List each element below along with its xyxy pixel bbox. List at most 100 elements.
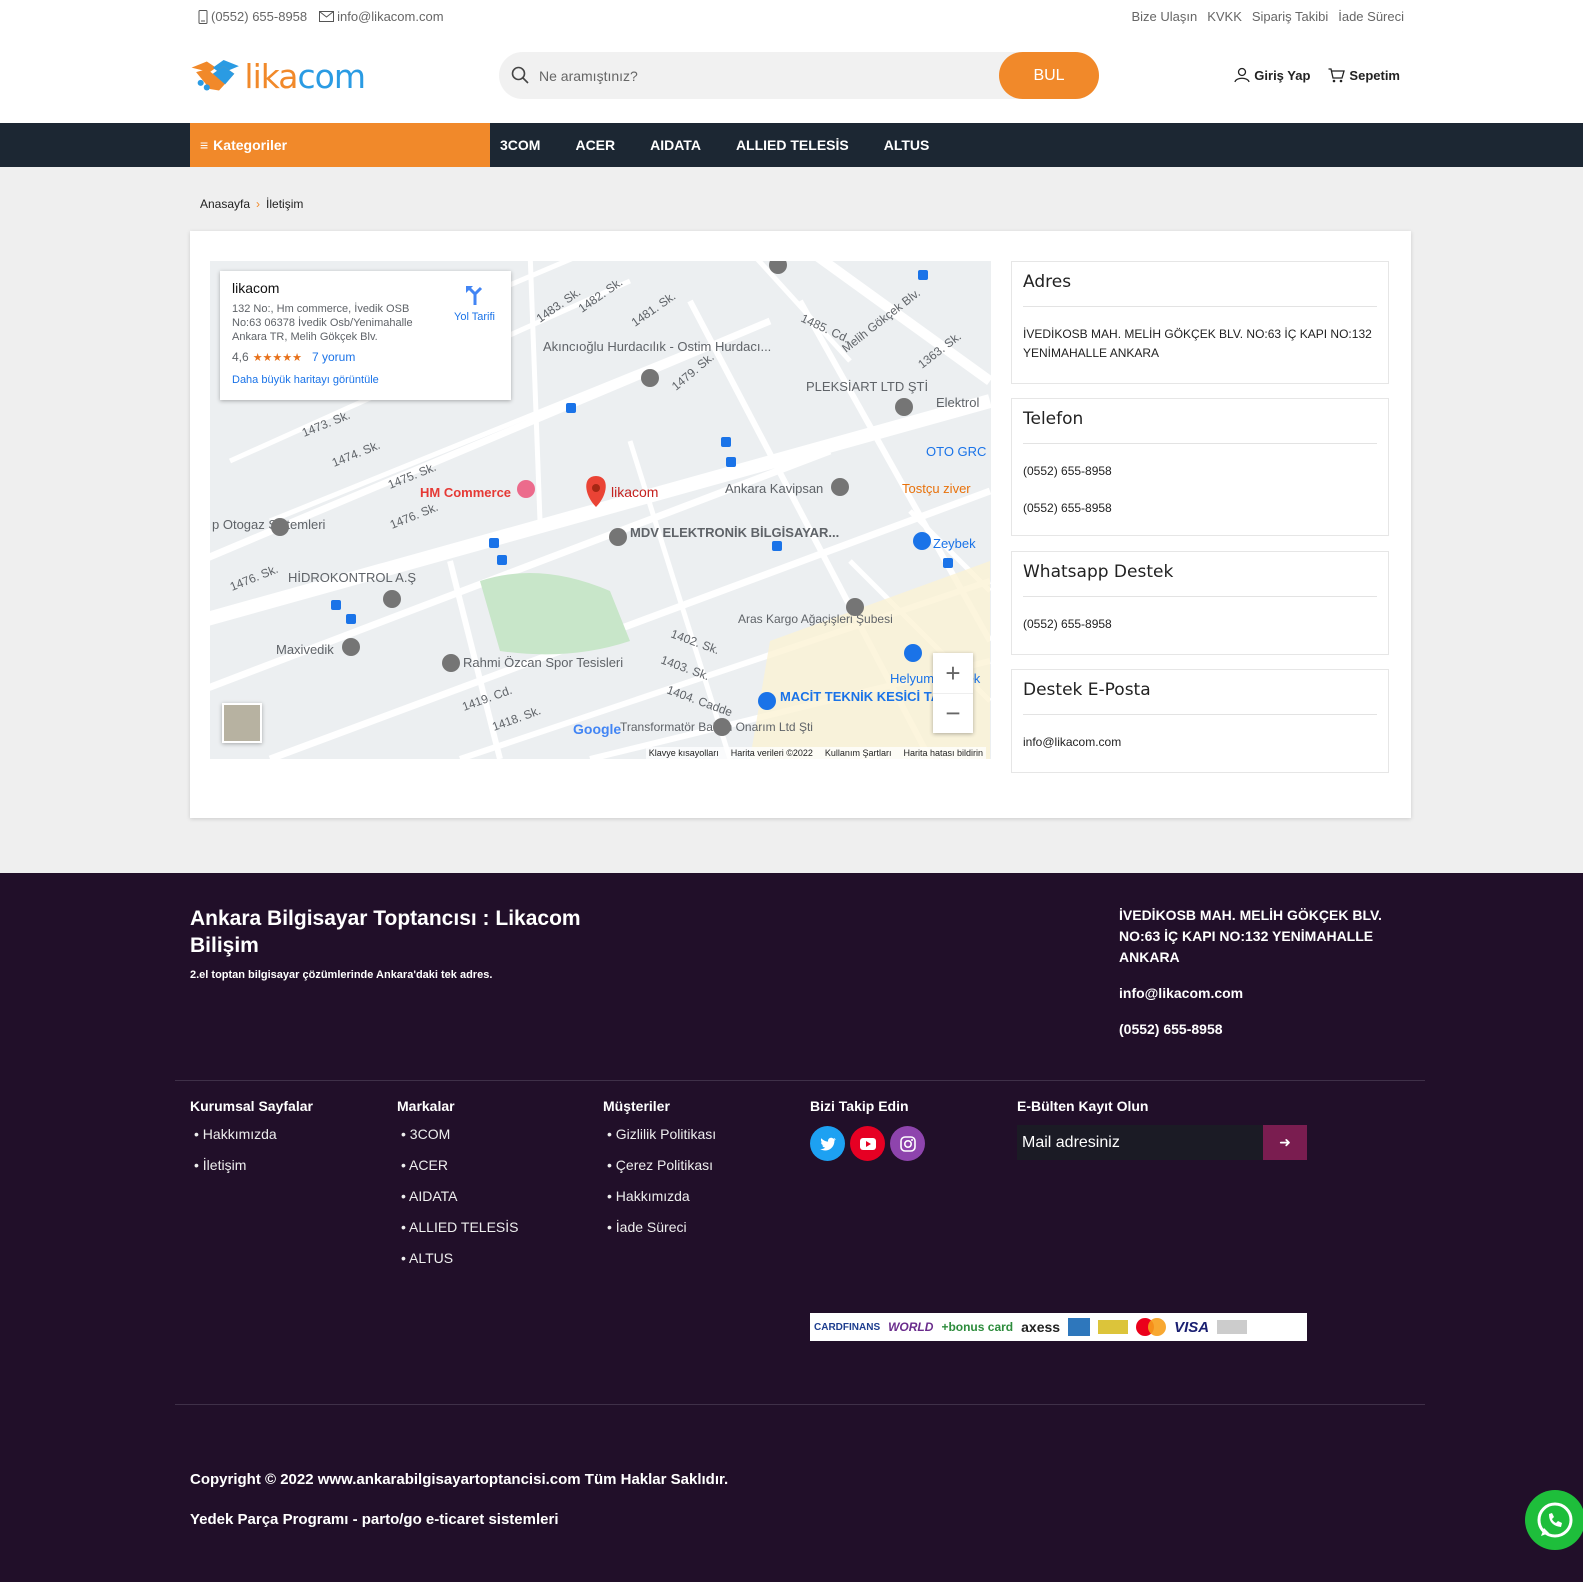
topbar-link-order-tracking[interactable]: Sipariş Takibi — [1252, 9, 1328, 24]
topbar: (0552) 655-8958 info@likacom.com Bize Ul… — [190, 0, 1410, 34]
email-address[interactable]: info@likacom.com — [1023, 733, 1377, 752]
breadcrumb-home[interactable]: Anasayfa — [200, 197, 250, 211]
bigger-map-link[interactable]: Daha büyük haritayı görüntüle — [232, 374, 499, 386]
topbar-link-contact[interactable]: Bize Ulaşın — [1131, 9, 1197, 24]
credit-link[interactable]: Yedek Parça Programı - parto/go e-ticare… — [190, 1511, 558, 1528]
whatsapp-number[interactable]: (0552) 655-8958 — [1023, 615, 1377, 634]
footer-divider — [175, 1404, 1425, 1405]
search-input[interactable] — [539, 52, 979, 99]
map-label: 1476. Sk. — [388, 500, 440, 532]
phone-2[interactable]: (0552) 655-8958 — [1023, 499, 1377, 518]
topbar-link-kvkk[interactable]: KVKK — [1207, 9, 1242, 24]
address-box: Adres İVEDİKOSB MAH. MELİH GÖKÇEK BLV. N… — [1011, 261, 1389, 384]
map-keyboard-shortcuts[interactable]: Klavye kısayolları — [649, 748, 719, 758]
nav-brand-acer[interactable]: ACER — [565, 137, 632, 153]
footer-link[interactable]: • ACER — [397, 1157, 519, 1173]
cart-label: Sepetim — [1349, 67, 1400, 83]
copyright: Copyright © 2022 www.ankarabilgisayartop… — [190, 1471, 729, 1488]
map-report-error[interactable]: Harita hatası bildirin — [903, 748, 983, 758]
arrow-circle-icon: ➜ — [1279, 1134, 1291, 1150]
whatsapp-title: Whatsapp Destek — [1023, 552, 1377, 597]
nav-brand-3com[interactable]: 3COM — [490, 137, 557, 153]
map-label: Ankara Kavipsan — [725, 481, 823, 496]
zoom-out-button[interactable]: − — [933, 693, 973, 733]
topbar-phone[interactable]: (0552) 655-8958 — [198, 9, 307, 24]
footer-link[interactable]: • 3COM — [397, 1126, 519, 1142]
footer-link[interactable]: • ALTUS — [397, 1250, 519, 1266]
logo-text: likacom — [244, 56, 366, 96]
map-zoom-controls: + − — [933, 653, 973, 733]
whatsapp-float-button[interactable] — [1525, 1490, 1583, 1550]
newsletter-email-input[interactable] — [1017, 1125, 1262, 1160]
mail-icon — [319, 11, 335, 22]
map-label: Zeybek — [933, 536, 976, 551]
nav-brand-altus[interactable]: ALTUS — [874, 137, 947, 153]
instagram-icon[interactable] — [890, 1126, 925, 1161]
mastercard-logo — [1136, 1318, 1167, 1336]
main-content: Anasayfa › İletişim Akıncıoğlu Hurdacılı… — [0, 167, 1583, 873]
twitter-icon[interactable] — [810, 1126, 845, 1161]
map-label: Maxivedik — [276, 642, 334, 657]
place-rating: 4,6 — [232, 350, 249, 364]
zoom-in-button[interactable]: + — [933, 653, 973, 693]
footer-link[interactable]: • Hakkımızda — [603, 1188, 716, 1204]
search-button[interactable]: BUL — [999, 52, 1099, 99]
search-icon — [511, 66, 529, 84]
footer-link[interactable]: • ALLIED TELESİS — [397, 1219, 519, 1235]
map-footer: Klavye kısayolları Harita verileri ©2022… — [645, 747, 986, 759]
footer-phone[interactable]: (0552) 655-8958 — [1119, 1019, 1419, 1040]
cart-link[interactable]: Sepetim — [1328, 67, 1400, 83]
footer-link[interactable]: • Gizlilik Politikası — [603, 1126, 716, 1142]
topbar-email[interactable]: info@likacom.com — [319, 9, 444, 24]
nav-brand-allied-telesis[interactable]: ALLIED TELESİS — [726, 137, 866, 153]
google-map[interactable]: Akıncıoğlu Hurdacılık - Ostim Hurdacı...… — [210, 261, 991, 759]
footer-col-social: Bizi Takip Edin — [810, 1098, 925, 1161]
search-bar: BUL — [499, 52, 1099, 99]
footer-link[interactable]: • İletişim — [190, 1157, 313, 1173]
brand-nav: 3COM ACER AIDATA ALLIED TELESİS ALTUS — [490, 123, 954, 167]
world-logo: WORLD — [888, 1320, 934, 1334]
footer-link[interactable]: • AIDATA — [397, 1188, 519, 1204]
satellite-toggle[interactable] — [222, 703, 262, 743]
directions-button[interactable]: Yol Tarifi — [454, 284, 495, 323]
footer-link[interactable]: • İade Süreci — [603, 1219, 716, 1235]
visa-logo: VISA — [1174, 1318, 1210, 1336]
footer-link[interactable]: • Çerez Politikası — [603, 1157, 716, 1173]
youtube-icon[interactable] — [850, 1126, 885, 1161]
handshake-logo-icon — [191, 59, 239, 91]
user-icon — [1234, 67, 1250, 83]
map-data: Harita verileri ©2022 — [730, 748, 813, 758]
payment-logos: CARDFINANS WORLD +bonus card axess VISA — [810, 1313, 1307, 1341]
breadcrumb: Anasayfa › İletişim — [200, 197, 303, 211]
footer-divider — [175, 1080, 1425, 1081]
map-terms[interactable]: Kullanım Şartları — [825, 748, 892, 758]
footer-col-newsletter: E-Bülten Kayıt Olun — [1017, 1098, 1148, 1126]
phone-box: Telefon (0552) 655-8958 (0552) 655-8958 — [1011, 398, 1389, 536]
phone-icon — [198, 9, 208, 24]
place-reviews[interactable]: 7 yorum — [312, 350, 355, 364]
topbar-link-returns[interactable]: İade Süreci — [1338, 9, 1404, 24]
map-label: Aras Kargo Ağaçişleri Şubesi — [738, 612, 893, 626]
newsletter-form: ➜ — [1017, 1125, 1307, 1160]
footer-link[interactable]: • Hakkımızda — [190, 1126, 313, 1142]
email-box: Destek E-Posta info@likacom.com — [1011, 669, 1389, 773]
nav-brand-aidata[interactable]: AIDATA — [640, 137, 718, 153]
map-pin-label: likacom — [611, 484, 658, 500]
newsletter-submit-button[interactable]: ➜ — [1263, 1125, 1307, 1160]
bonus-logo: +bonus card — [941, 1320, 1014, 1334]
address-title: Adres — [1023, 262, 1377, 307]
login-link[interactable]: Giriş Yap — [1234, 67, 1310, 83]
footer-address: İVEDİKOSB MAH. MELİH GÖKÇEK BLV. NO:63 İ… — [1119, 907, 1382, 965]
map-label: Akıncıoğlu Hurdacılık - Ostim Hurdacı... — [543, 339, 771, 354]
categories-menu[interactable]: ≡ Kategoriler — [190, 123, 490, 167]
topbar-phone-text: (0552) 655-8958 — [211, 9, 308, 24]
troy-logo — [1217, 1320, 1248, 1334]
footer-col-brands: Markalar • 3COM • ACER • AIDATA • ALLIED… — [397, 1098, 519, 1281]
footer-col-title: Müşteriler — [603, 1098, 670, 1114]
footer-email[interactable]: info@likacom.com — [1119, 983, 1419, 1004]
logo[interactable]: likacom — [190, 50, 366, 102]
categories-label: Kategoriler — [213, 137, 288, 153]
phone-1[interactable]: (0552) 655-8958 — [1023, 462, 1377, 481]
place-address: 132 No:, Hm commerce, İvedik OSB No:63 0… — [232, 303, 413, 343]
map-label: OTO GRC — [926, 444, 986, 459]
